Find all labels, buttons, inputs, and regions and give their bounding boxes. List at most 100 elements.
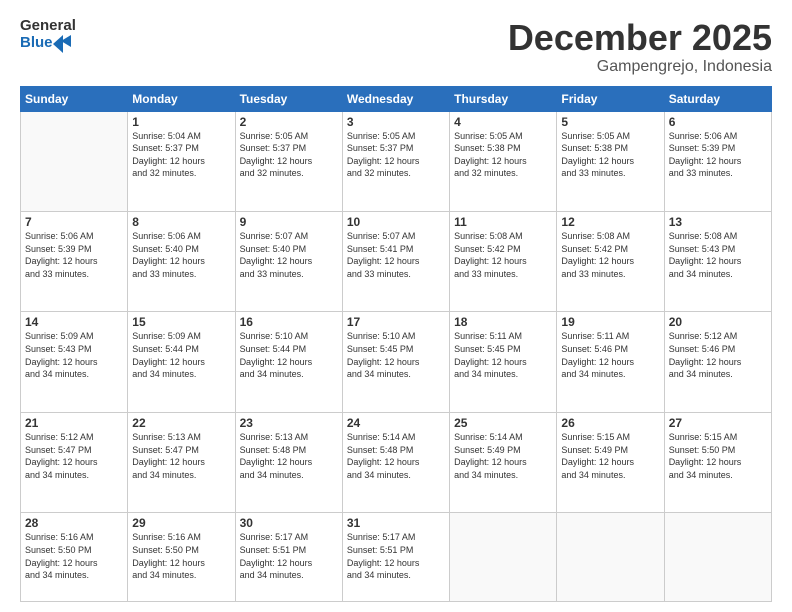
table-row: 27Sunrise: 5:15 AM Sunset: 5:50 PM Dayli…	[664, 412, 771, 512]
table-row: 22Sunrise: 5:13 AM Sunset: 5:47 PM Dayli…	[128, 412, 235, 512]
table-row: 5Sunrise: 5:05 AM Sunset: 5:38 PM Daylig…	[557, 111, 664, 211]
day-number: 12	[561, 215, 659, 229]
table-row	[450, 513, 557, 602]
table-row: 28Sunrise: 5:16 AM Sunset: 5:50 PM Dayli…	[21, 513, 128, 602]
cell-info: Sunrise: 5:14 AM Sunset: 5:48 PM Dayligh…	[347, 431, 445, 481]
day-number: 31	[347, 516, 445, 530]
table-row: 30Sunrise: 5:17 AM Sunset: 5:51 PM Dayli…	[235, 513, 342, 602]
table-row: 17Sunrise: 5:10 AM Sunset: 5:45 PM Dayli…	[342, 312, 449, 412]
day-number: 25	[454, 416, 552, 430]
day-number: 8	[132, 215, 230, 229]
day-number: 16	[240, 315, 338, 329]
cell-info: Sunrise: 5:15 AM Sunset: 5:50 PM Dayligh…	[669, 431, 767, 481]
logo-general: General	[20, 18, 76, 35]
cell-info: Sunrise: 5:06 AM Sunset: 5:39 PM Dayligh…	[669, 130, 767, 180]
title-block: December 2025 Gampengrejo, Indonesia	[508, 18, 772, 76]
table-row: 12Sunrise: 5:08 AM Sunset: 5:42 PM Dayli…	[557, 212, 664, 312]
cell-info: Sunrise: 5:07 AM Sunset: 5:41 PM Dayligh…	[347, 230, 445, 280]
logo-arrow-icon	[53, 35, 75, 53]
table-row: 14Sunrise: 5:09 AM Sunset: 5:43 PM Dayli…	[21, 312, 128, 412]
table-row: 31Sunrise: 5:17 AM Sunset: 5:51 PM Dayli…	[342, 513, 449, 602]
day-number: 3	[347, 115, 445, 129]
day-number: 30	[240, 516, 338, 530]
day-number: 9	[240, 215, 338, 229]
day-number: 5	[561, 115, 659, 129]
cell-info: Sunrise: 5:17 AM Sunset: 5:51 PM Dayligh…	[347, 531, 445, 581]
table-row: 8Sunrise: 5:06 AM Sunset: 5:40 PM Daylig…	[128, 212, 235, 312]
col-monday: Monday	[128, 86, 235, 111]
table-row: 25Sunrise: 5:14 AM Sunset: 5:49 PM Dayli…	[450, 412, 557, 512]
cell-info: Sunrise: 5:06 AM Sunset: 5:40 PM Dayligh…	[132, 230, 230, 280]
day-number: 20	[669, 315, 767, 329]
cell-info: Sunrise: 5:16 AM Sunset: 5:50 PM Dayligh…	[25, 531, 123, 581]
table-row: 20Sunrise: 5:12 AM Sunset: 5:46 PM Dayli…	[664, 312, 771, 412]
header: General Blue December 2025 Gampengrejo, …	[20, 18, 772, 76]
table-row: 26Sunrise: 5:15 AM Sunset: 5:49 PM Dayli…	[557, 412, 664, 512]
col-friday: Friday	[557, 86, 664, 111]
table-row	[664, 513, 771, 602]
cell-info: Sunrise: 5:04 AM Sunset: 5:37 PM Dayligh…	[132, 130, 230, 180]
cell-info: Sunrise: 5:09 AM Sunset: 5:44 PM Dayligh…	[132, 330, 230, 380]
day-number: 6	[669, 115, 767, 129]
calendar-week-row: 1Sunrise: 5:04 AM Sunset: 5:37 PM Daylig…	[21, 111, 772, 211]
table-row: 3Sunrise: 5:05 AM Sunset: 5:37 PM Daylig…	[342, 111, 449, 211]
table-row: 2Sunrise: 5:05 AM Sunset: 5:37 PM Daylig…	[235, 111, 342, 211]
day-number: 19	[561, 315, 659, 329]
cell-info: Sunrise: 5:05 AM Sunset: 5:37 PM Dayligh…	[347, 130, 445, 180]
day-number: 29	[132, 516, 230, 530]
col-thursday: Thursday	[450, 86, 557, 111]
table-row: 1Sunrise: 5:04 AM Sunset: 5:37 PM Daylig…	[128, 111, 235, 211]
day-number: 18	[454, 315, 552, 329]
table-row: 9Sunrise: 5:07 AM Sunset: 5:40 PM Daylig…	[235, 212, 342, 312]
table-row: 18Sunrise: 5:11 AM Sunset: 5:45 PM Dayli…	[450, 312, 557, 412]
cell-info: Sunrise: 5:05 AM Sunset: 5:37 PM Dayligh…	[240, 130, 338, 180]
table-row: 7Sunrise: 5:06 AM Sunset: 5:39 PM Daylig…	[21, 212, 128, 312]
table-row: 6Sunrise: 5:06 AM Sunset: 5:39 PM Daylig…	[664, 111, 771, 211]
table-row: 13Sunrise: 5:08 AM Sunset: 5:43 PM Dayli…	[664, 212, 771, 312]
day-number: 11	[454, 215, 552, 229]
cell-info: Sunrise: 5:05 AM Sunset: 5:38 PM Dayligh…	[561, 130, 659, 180]
day-number: 10	[347, 215, 445, 229]
table-row: 23Sunrise: 5:13 AM Sunset: 5:48 PM Dayli…	[235, 412, 342, 512]
table-row	[557, 513, 664, 602]
cell-info: Sunrise: 5:05 AM Sunset: 5:38 PM Dayligh…	[454, 130, 552, 180]
cell-info: Sunrise: 5:15 AM Sunset: 5:49 PM Dayligh…	[561, 431, 659, 481]
calendar-header-row: Sunday Monday Tuesday Wednesday Thursday…	[21, 86, 772, 111]
calendar-table: Sunday Monday Tuesday Wednesday Thursday…	[20, 86, 772, 602]
day-number: 28	[25, 516, 123, 530]
day-number: 1	[132, 115, 230, 129]
table-row	[21, 111, 128, 211]
table-row: 11Sunrise: 5:08 AM Sunset: 5:42 PM Dayli…	[450, 212, 557, 312]
logo: General Blue	[20, 18, 76, 53]
day-number: 15	[132, 315, 230, 329]
table-row: 16Sunrise: 5:10 AM Sunset: 5:44 PM Dayli…	[235, 312, 342, 412]
col-tuesday: Tuesday	[235, 86, 342, 111]
location: Gampengrejo, Indonesia	[508, 58, 772, 76]
table-row: 21Sunrise: 5:12 AM Sunset: 5:47 PM Dayli…	[21, 412, 128, 512]
cell-info: Sunrise: 5:08 AM Sunset: 5:43 PM Dayligh…	[669, 230, 767, 280]
table-row: 29Sunrise: 5:16 AM Sunset: 5:50 PM Dayli…	[128, 513, 235, 602]
col-saturday: Saturday	[664, 86, 771, 111]
day-number: 22	[132, 416, 230, 430]
table-row: 24Sunrise: 5:14 AM Sunset: 5:48 PM Dayli…	[342, 412, 449, 512]
day-number: 2	[240, 115, 338, 129]
cell-info: Sunrise: 5:08 AM Sunset: 5:42 PM Dayligh…	[561, 230, 659, 280]
cell-info: Sunrise: 5:17 AM Sunset: 5:51 PM Dayligh…	[240, 531, 338, 581]
calendar-week-row: 7Sunrise: 5:06 AM Sunset: 5:39 PM Daylig…	[21, 212, 772, 312]
day-number: 13	[669, 215, 767, 229]
cell-info: Sunrise: 5:13 AM Sunset: 5:48 PM Dayligh…	[240, 431, 338, 481]
calendar-week-row: 21Sunrise: 5:12 AM Sunset: 5:47 PM Dayli…	[21, 412, 772, 512]
calendar-week-row: 28Sunrise: 5:16 AM Sunset: 5:50 PM Dayli…	[21, 513, 772, 602]
day-number: 26	[561, 416, 659, 430]
cell-info: Sunrise: 5:11 AM Sunset: 5:46 PM Dayligh…	[561, 330, 659, 380]
col-sunday: Sunday	[21, 86, 128, 111]
cell-info: Sunrise: 5:09 AM Sunset: 5:43 PM Dayligh…	[25, 330, 123, 380]
cell-info: Sunrise: 5:08 AM Sunset: 5:42 PM Dayligh…	[454, 230, 552, 280]
day-number: 24	[347, 416, 445, 430]
table-row: 4Sunrise: 5:05 AM Sunset: 5:38 PM Daylig…	[450, 111, 557, 211]
cell-info: Sunrise: 5:10 AM Sunset: 5:45 PM Dayligh…	[347, 330, 445, 380]
table-row: 15Sunrise: 5:09 AM Sunset: 5:44 PM Dayli…	[128, 312, 235, 412]
day-number: 17	[347, 315, 445, 329]
cell-info: Sunrise: 5:16 AM Sunset: 5:50 PM Dayligh…	[132, 531, 230, 581]
day-number: 23	[240, 416, 338, 430]
